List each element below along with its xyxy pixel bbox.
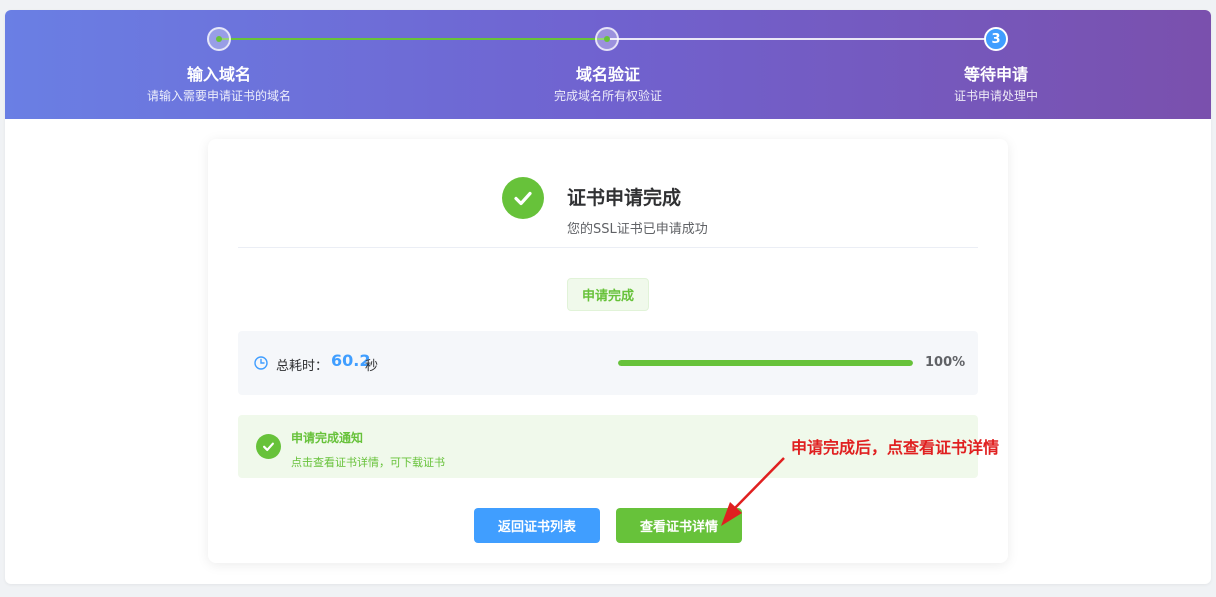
result-title: 证书申请完成 (567, 187, 682, 209)
divider (238, 247, 978, 248)
step-3-desc: 证书申请处理中 (953, 89, 1038, 103)
check-circle-icon (502, 177, 544, 219)
progress-text: 100% (925, 355, 966, 370)
clock-icon (254, 356, 268, 370)
notice-title: 申请完成通知 (291, 431, 364, 445)
step-1-title: 输入域名 (186, 65, 251, 84)
progress-bar (618, 360, 913, 366)
annotation-text: 申请完成后，点查看证书详情 (791, 438, 1000, 457)
time-label: 总耗时： (276, 359, 329, 374)
result-subtitle: 您的SSL证书已申请成功 (567, 222, 708, 237)
step-1-node (207, 27, 231, 51)
result-card: 证书申请完成 您的SSL证书已申请成功 申请完成 总耗时： 60.2 秒 100… (208, 139, 1008, 563)
step-connector-1 (219, 38, 607, 40)
page-container: 3 输入域名 请输入需要申请证书的域名 域名验证 完成域名所有权验证 等待申请 … (5, 10, 1211, 584)
steps-header: 3 输入域名 请输入需要申请证书的域名 域名验证 完成域名所有权验证 等待申请 … (5, 10, 1211, 119)
check-circle-icon (256, 434, 281, 459)
step-2-node (595, 27, 619, 51)
progress-fill (618, 360, 913, 366)
step-3-node: 3 (984, 27, 1008, 51)
notice-desc: 点击查看证书详情，可下载证书 (291, 456, 445, 469)
step-connector-2 (607, 38, 995, 40)
status-tag: 申请完成 (567, 278, 649, 311)
back-to-list-button[interactable]: 返回证书列表 (474, 508, 600, 543)
time-unit: 秒 (365, 359, 379, 374)
annotation-arrow-icon (721, 457, 785, 526)
step-2-desc: 完成域名所有权验证 (553, 89, 662, 103)
step-2-title: 域名验证 (575, 65, 640, 84)
step-complete-dot (216, 36, 222, 42)
step-3-title: 等待申请 (963, 65, 1028, 84)
time-panel: 总耗时： 60.2 秒 100% (238, 331, 978, 395)
step-1-desc: 请输入需要申请证书的域名 (146, 89, 291, 103)
step-complete-dot (604, 36, 610, 42)
